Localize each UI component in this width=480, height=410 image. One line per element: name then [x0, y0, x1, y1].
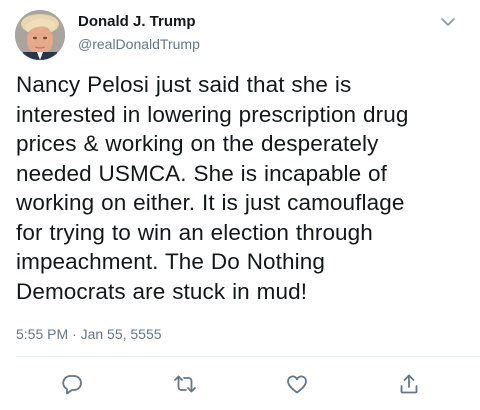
tweet-text-line: impeachment. The Do Nothing	[16, 249, 325, 274]
tweet-text-line: interested in lowering prescription drug	[16, 101, 409, 127]
timestamp[interactable]: 5:55 PM · Jan 55, 5555	[16, 326, 162, 342]
tweet-card: Donald J. Trump @realDonaldTrump Nancy P…	[0, 0, 480, 410]
user-handle[interactable]: @realDonaldTrump	[78, 36, 200, 52]
tweet-text-line: Democrats are stuck in mud!	[16, 278, 308, 304]
heart-icon	[287, 375, 307, 394]
like-button[interactable]	[285, 372, 309, 396]
tweet-text-line: needed USMCA. She is incapable of	[16, 160, 388, 186]
chevron-down-icon[interactable]	[438, 14, 458, 30]
reply-button[interactable]	[60, 372, 84, 396]
avatar[interactable]	[15, 10, 65, 60]
tweet-text-line: Nancy Pelosi just said that she is	[16, 72, 352, 97]
tweet-text-line: working on either. It is just camouflage	[16, 190, 405, 215]
share-button[interactable]	[397, 372, 421, 396]
tweet-text-line: for trying to win an election through	[16, 219, 373, 245]
tweet-text-line: prices & working on the desperately	[16, 131, 379, 156]
retweet-button[interactable]	[173, 372, 197, 396]
divider	[16, 356, 480, 357]
display-name[interactable]: Donald J. Trump	[78, 13, 196, 30]
reply-icon	[62, 375, 82, 395]
profile-photo-icon	[15, 10, 65, 60]
retweet-icon	[174, 375, 196, 393]
share-icon	[400, 374, 418, 394]
tweet-text: Nancy Pelosi just said that she is inter…	[16, 70, 468, 306]
